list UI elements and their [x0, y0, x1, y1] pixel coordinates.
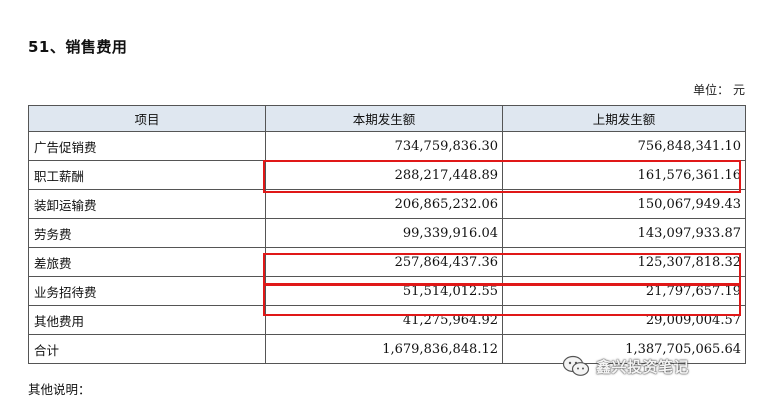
row-item: 其他费用	[28, 305, 266, 335]
row-item: 职工薪酬	[28, 160, 266, 190]
row-item: 装卸运输费	[28, 189, 266, 219]
row-previous: 21,797,657.19	[502, 276, 746, 306]
table-header-row: 项目 本期发生额 上期发生额	[28, 105, 746, 132]
row-previous: 143,097,933.87	[502, 218, 746, 248]
column-header-previous: 上期发生额	[502, 105, 746, 132]
other-notes-label: 其他说明：	[28, 382, 91, 397]
row-previous: 150,067,949.43	[502, 189, 746, 219]
row-previous: 756,848,341.10	[502, 131, 746, 161]
row-item: 差旅费	[28, 247, 266, 277]
table-row: 其他费用 41,275,964.92 29,009,004.57	[28, 305, 746, 335]
row-item: 合计	[28, 334, 266, 364]
row-previous: 125,307,818.32	[502, 247, 746, 277]
column-header-current: 本期发生额	[265, 105, 503, 132]
row-current: 257,864,437.36	[265, 247, 503, 277]
row-item: 业务招待费	[28, 276, 266, 306]
row-current: 99,339,916.04	[265, 218, 503, 248]
row-previous: 29,009,004.57	[502, 305, 746, 335]
row-current: 206,865,232.06	[265, 189, 503, 219]
column-header-item: 项目	[28, 105, 266, 132]
unit-label: 单位： 元	[693, 83, 745, 97]
table-row: 装卸运输费 206,865,232.06 150,067,949.43	[28, 189, 746, 219]
row-current: 1,679,836,848.12	[265, 334, 503, 364]
wechat-icon	[562, 355, 590, 376]
table-row: 广告促销费 734,759,836.30 756,848,341.10	[28, 131, 746, 161]
row-previous: 161,576,361.16	[502, 160, 746, 190]
watermark-text: 鑫兴投资笔记	[596, 357, 690, 376]
table-row: 业务招待费 51,514,012.55 21,797,657.19	[28, 276, 746, 306]
expense-table: 项目 本期发生额 上期发生额 广告促销费 734,759,836.30 756,…	[28, 105, 746, 364]
row-item: 广告促销费	[28, 131, 266, 161]
row-current: 288,217,448.89	[265, 160, 503, 190]
row-current: 41,275,964.92	[265, 305, 503, 335]
row-current: 734,759,836.30	[265, 131, 503, 161]
table-row: 劳务费 99,339,916.04 143,097,933.87	[28, 218, 746, 248]
table-row: 差旅费 257,864,437.36 125,307,818.32	[28, 247, 746, 277]
watermark: 鑫兴投资笔记	[562, 351, 689, 381]
table-row: 职工薪酬 288,217,448.89 161,576,361.16	[28, 160, 746, 190]
section-title: 51、销售费用	[28, 38, 128, 56]
row-current: 51,514,012.55	[265, 276, 503, 306]
row-item: 劳务费	[28, 218, 266, 248]
